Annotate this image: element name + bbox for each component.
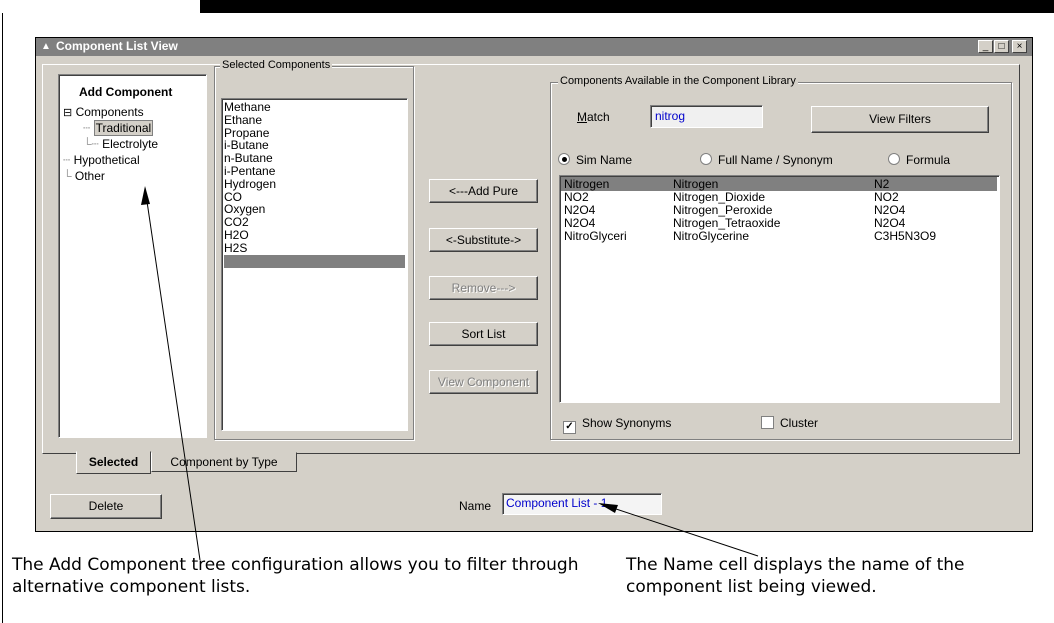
- annotation-lines: [141, 186, 759, 561]
- annotation-line-right: [600, 503, 759, 557]
- arrowhead-left-icon: [141, 186, 150, 205]
- caption-left: The Add Component tree configuration all…: [12, 555, 579, 597]
- annotation-line-left: [144, 187, 201, 561]
- caption-right: The Name cell displays the name of the c…: [626, 555, 965, 597]
- arrowhead-right-icon: [598, 503, 618, 513]
